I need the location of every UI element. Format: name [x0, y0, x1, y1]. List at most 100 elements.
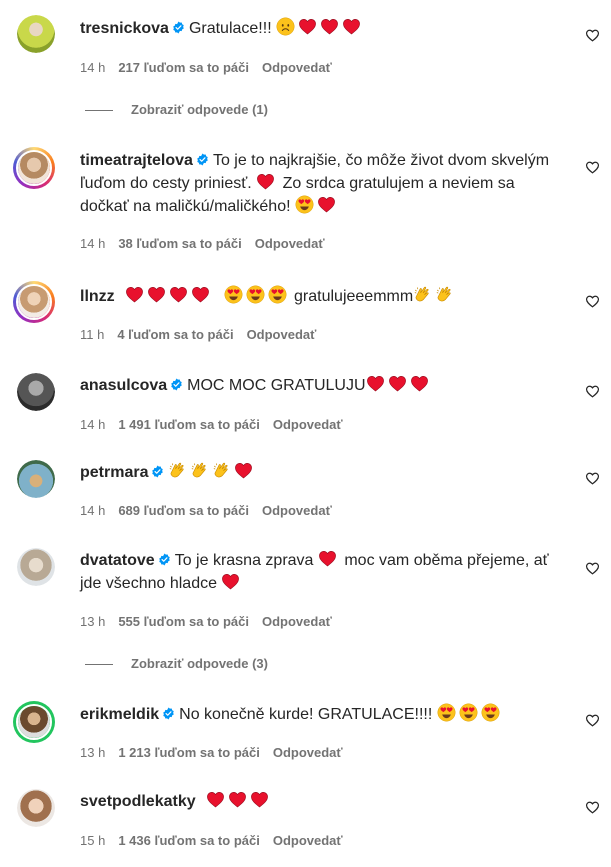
- verified-badge-icon: [162, 707, 175, 720]
- clapping-hands-icon: [212, 461, 231, 480]
- avatar[interactable]: [13, 147, 55, 189]
- heart-eyes-icon: [268, 285, 287, 304]
- likes-count[interactable]: 555 ľuďom sa to páči: [118, 614, 249, 629]
- avatar[interactable]: [17, 548, 55, 586]
- avatar[interactable]: [13, 281, 55, 323]
- username[interactable]: svetpodlekatky: [80, 793, 196, 810]
- username[interactable]: petrmara: [80, 464, 148, 481]
- comment-body: dvatatove To je krasna zprava moc vam obě…: [80, 549, 551, 595]
- verified-badge-icon: [151, 465, 164, 478]
- divider-line: [85, 664, 113, 666]
- like-heart-icon[interactable]: [585, 160, 600, 175]
- avatar[interactable]: [17, 15, 55, 53]
- reply-button[interactable]: Odpovedať: [262, 614, 332, 629]
- reply-button[interactable]: Odpovedať: [255, 236, 325, 251]
- verified-badge-icon: [170, 378, 183, 391]
- clapping-hands-icon: [190, 461, 209, 480]
- reply-button[interactable]: Odpovedať: [262, 60, 332, 75]
- heart-icon: [318, 549, 337, 568]
- heart-icon: [191, 285, 210, 304]
- comment-meta: 14 h 689 ľuďom sa to páči Odpovedať: [80, 503, 345, 518]
- comment-meta: 15 h 1 436 ľuďom sa to páči Odpovedať: [80, 833, 356, 848]
- heart-icon: [256, 172, 275, 191]
- like-heart-icon[interactable]: [585, 800, 600, 815]
- likes-count[interactable]: 689 ľuďom sa to páči: [118, 503, 249, 518]
- likes-count[interactable]: 1 491 ľuďom sa to páči: [118, 417, 260, 432]
- comment-text: Gratulace!!!: [188, 20, 272, 37]
- heart-icon: [206, 790, 225, 809]
- like-heart-icon[interactable]: [585, 28, 600, 43]
- likes-count[interactable]: 4 ľuďom sa to páči: [117, 327, 233, 342]
- heart-eyes-icon: [481, 703, 500, 722]
- heart-icon: [298, 17, 317, 36]
- like-heart-icon[interactable]: [585, 471, 600, 486]
- verified-badge-icon: [196, 153, 209, 166]
- view-replies-button[interactable]: Zobraziť odpovede (1): [85, 102, 268, 117]
- like-heart-icon[interactable]: [585, 713, 600, 728]
- comment-body: petrmara: [80, 461, 551, 484]
- comment-body: svetpodlekatky: [80, 790, 551, 813]
- timestamp[interactable]: 15 h: [80, 833, 105, 848]
- comment-body: anasulcova MOC MOC GRATULUJU: [80, 374, 551, 397]
- like-heart-icon[interactable]: [585, 384, 600, 399]
- comment-body: timeatrajtelova To je to najkrajšie, čo m…: [80, 149, 551, 218]
- heart-icon: [410, 374, 429, 393]
- avatar[interactable]: [17, 789, 55, 827]
- timestamp[interactable]: 13 h: [80, 614, 105, 629]
- timestamp[interactable]: 13 h: [80, 745, 105, 760]
- avatar[interactable]: [13, 701, 55, 743]
- verified-badge-icon: [158, 553, 171, 566]
- comment-meta: 14 h 38 ľuďom sa to páči Odpovedať: [80, 236, 338, 251]
- likes-count[interactable]: 217 ľuďom sa to páči: [118, 60, 249, 75]
- divider-line: [85, 110, 113, 112]
- comment-text: No konečně kurde! GRATULACE!!!!: [179, 706, 433, 723]
- reply-button[interactable]: Odpovedať: [273, 745, 343, 760]
- comment-body: llnzz gratulujeeemmm: [80, 285, 551, 308]
- like-heart-icon[interactable]: [585, 294, 600, 309]
- heart-eyes-icon: [224, 285, 243, 304]
- like-heart-icon[interactable]: [585, 561, 600, 576]
- username[interactable]: timeatrajtelova: [80, 152, 193, 169]
- timestamp[interactable]: 14 h: [80, 417, 105, 432]
- comment-text: MOC MOC GRATULUJU: [187, 377, 366, 394]
- heart-icon: [169, 285, 188, 304]
- likes-count[interactable]: 38 ľuďom sa to páči: [118, 236, 241, 251]
- reply-button[interactable]: Odpovedať: [262, 503, 332, 518]
- clapping-hands-icon: [435, 285, 454, 304]
- sad-face-icon: [276, 17, 295, 36]
- comment-body: erikmeldik No konečně kurde! GRATULACE!!!…: [80, 703, 551, 726]
- username[interactable]: erikmeldik: [80, 706, 159, 723]
- likes-count[interactable]: 1 213 ľuďom sa to páči: [118, 745, 260, 760]
- comment-text: To je krasna zprava: [174, 552, 314, 569]
- heart-eyes-icon: [459, 703, 478, 722]
- comment-body: tresnickova Gratulace!!!: [80, 17, 551, 40]
- username[interactable]: anasulcova: [80, 377, 167, 394]
- comment-meta: 14 h 217 ľuďom sa to páči Odpovedať: [80, 60, 345, 75]
- username[interactable]: llnzz: [80, 288, 115, 305]
- heart-eyes-icon: [246, 285, 265, 304]
- comment-meta: 13 h 555 ľuďom sa to páči Odpovedať: [80, 614, 345, 629]
- heart-icon: [366, 374, 385, 393]
- comment-meta: 11 h 4 ľuďom sa to páči Odpovedať: [80, 327, 329, 342]
- timestamp[interactable]: 14 h: [80, 503, 105, 518]
- reply-button[interactable]: Odpovedať: [273, 833, 343, 848]
- reply-button[interactable]: Odpovedať: [273, 417, 343, 432]
- avatar[interactable]: [17, 373, 55, 411]
- timestamp[interactable]: 14 h: [80, 236, 105, 251]
- heart-icon: [250, 790, 269, 809]
- heart-eyes-icon: [437, 703, 456, 722]
- avatar[interactable]: [17, 460, 55, 498]
- timestamp[interactable]: 14 h: [80, 60, 105, 75]
- timestamp[interactable]: 11 h: [80, 327, 104, 342]
- verified-badge-icon: [172, 21, 185, 34]
- view-replies-button[interactable]: Zobraziť odpovede (3): [85, 656, 268, 671]
- comment-meta: 13 h 1 213 ľuďom sa to páči Odpovedať: [80, 745, 356, 760]
- heart-icon: [317, 195, 336, 214]
- username[interactable]: tresnickova: [80, 20, 169, 37]
- heart-icon: [342, 17, 361, 36]
- likes-count[interactable]: 1 436 ľuďom sa to páči: [118, 833, 260, 848]
- comment-text: gratulujeeemmm: [294, 288, 414, 305]
- reply-button[interactable]: Odpovedať: [247, 327, 317, 342]
- heart-icon: [228, 790, 247, 809]
- username[interactable]: dvatatove: [80, 552, 155, 569]
